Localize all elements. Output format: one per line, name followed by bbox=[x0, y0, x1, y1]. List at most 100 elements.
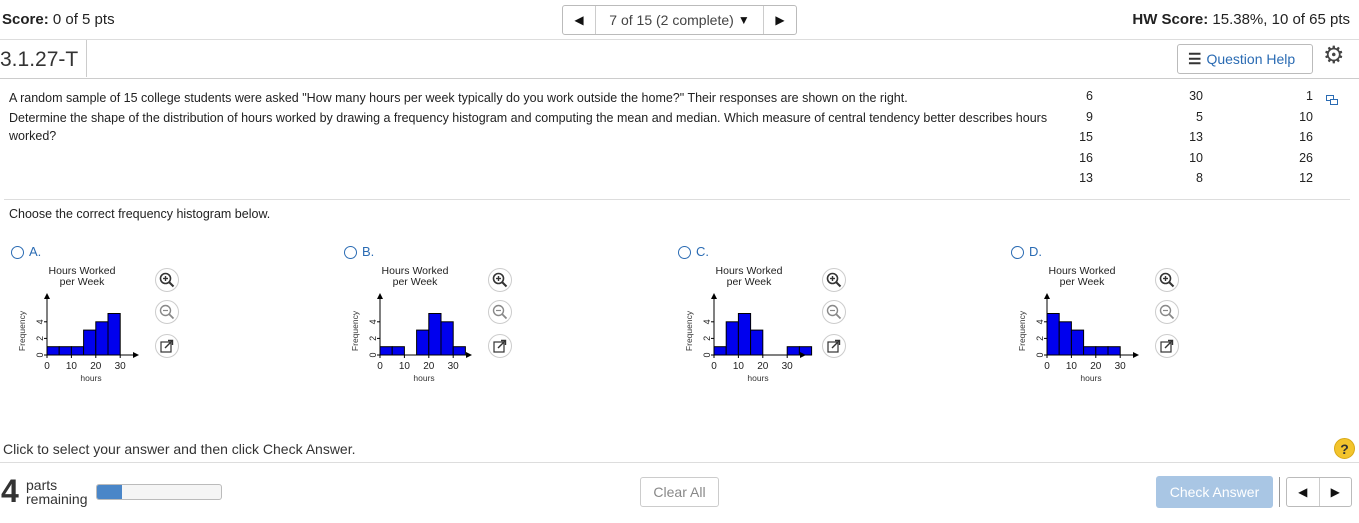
data-cell: 13 bbox=[1079, 171, 1093, 185]
y-axis-label: Frequency bbox=[350, 310, 360, 351]
histogram-bar bbox=[428, 313, 442, 356]
histogram-bar bbox=[725, 321, 739, 356]
gear-icon[interactable]: ⚙ bbox=[1323, 44, 1345, 68]
data-row: 9 5 10 bbox=[1060, 110, 1340, 131]
choose-prompt: Choose the correct frequency histogram b… bbox=[9, 207, 271, 221]
zoom-in-icon bbox=[826, 272, 842, 288]
chart-title: per Week bbox=[1060, 276, 1105, 288]
y-tick-label: 0 bbox=[35, 352, 45, 357]
progress-fill bbox=[97, 485, 122, 499]
histogram-bar bbox=[786, 346, 800, 356]
option-b-radio[interactable] bbox=[344, 246, 357, 259]
histogram-b: Hours Workedper Week0240 10 20 30hoursFrequ… bbox=[350, 265, 472, 383]
data-cell: 5 bbox=[1196, 109, 1203, 124]
histogram-bar bbox=[416, 329, 430, 356]
histogram-bar bbox=[107, 313, 121, 356]
data-cell: 30 bbox=[1189, 89, 1203, 103]
question-text-line-2: Determine the shape of the distribution … bbox=[9, 111, 1048, 143]
histogram-a: Hours Workedper Week0240 10 20 30hoursFrequ… bbox=[17, 265, 139, 383]
popout-button[interactable] bbox=[822, 334, 846, 358]
zoom-out-button[interactable] bbox=[488, 300, 512, 324]
histogram-bar bbox=[750, 329, 764, 356]
divider bbox=[4, 199, 1350, 200]
zoom-in-icon bbox=[1159, 272, 1175, 288]
data-cell: 6 bbox=[1086, 89, 1093, 103]
data-cell: 8 bbox=[1196, 171, 1203, 185]
question-text: A random sample of 15 college students w… bbox=[9, 89, 1059, 147]
divider bbox=[0, 462, 1359, 463]
zoom-out-icon bbox=[159, 304, 175, 320]
score-label: Score: bbox=[2, 11, 49, 28]
x-tick-label: 20 bbox=[757, 361, 769, 372]
copy-icon[interactable] bbox=[1326, 95, 1338, 105]
histogram-bar bbox=[83, 329, 97, 356]
histogram-bar bbox=[737, 313, 752, 356]
zoom-in-button[interactable] bbox=[155, 268, 179, 292]
zoom-out-icon bbox=[1159, 304, 1175, 320]
histogram-bar bbox=[391, 346, 405, 356]
previous-question-button[interactable]: ◀ bbox=[563, 6, 595, 34]
data-cell: 1 bbox=[1306, 89, 1313, 103]
y-axis-label: Frequency bbox=[1017, 310, 1027, 351]
x-tick-label: 20 bbox=[90, 361, 102, 372]
zoom-in-button[interactable] bbox=[822, 268, 846, 292]
question-position-dropdown[interactable]: 7 of 15 (2 complete) ▼ bbox=[595, 6, 764, 34]
x-tick-label: 0 bbox=[711, 361, 717, 372]
x-tick-label: 0 bbox=[1044, 361, 1050, 372]
data-cell: 26 bbox=[1299, 150, 1313, 165]
option-a-radio[interactable] bbox=[11, 246, 24, 259]
zoom-out-button[interactable] bbox=[822, 300, 846, 324]
data-row: 15 13 16 bbox=[1060, 130, 1340, 151]
histogram-bar bbox=[1070, 329, 1085, 356]
histogram-bar bbox=[1058, 321, 1072, 356]
x-tick-label: 10 bbox=[1066, 361, 1078, 372]
top-bar: Score: 0 of 5 pts ◀ 7 of 15 (2 complete)… bbox=[0, 0, 1359, 40]
previous-part-button[interactable]: ◀ bbox=[1287, 478, 1319, 506]
x-tick-label: 30 bbox=[1115, 361, 1127, 372]
zoom-out-icon bbox=[492, 304, 508, 320]
popout-button[interactable] bbox=[155, 334, 179, 358]
x-tick-label: 30 bbox=[782, 361, 794, 372]
x-tick-label: 10 bbox=[733, 361, 745, 372]
hw-score-value: 15.38%, 10 of 65 pts bbox=[1212, 11, 1350, 28]
list-icon: ☰ bbox=[1188, 51, 1202, 68]
zoom-in-button[interactable] bbox=[488, 268, 512, 292]
option-a: A. Hours Worked per Week 0 2 4 0 10 20 30 hours Fr… bbox=[11, 243, 221, 393]
zoom-out-button[interactable] bbox=[1155, 300, 1179, 324]
x-tick-label: 30 bbox=[115, 361, 127, 372]
histogram-bar bbox=[440, 321, 454, 356]
popout-button[interactable] bbox=[488, 334, 512, 358]
caret-right-icon: ▶ bbox=[1330, 485, 1340, 499]
x-tick-label: 20 bbox=[423, 361, 435, 372]
help-icon[interactable]: ? bbox=[1334, 438, 1355, 459]
question-help-button[interactable]: ☰ Question Help bbox=[1177, 44, 1313, 74]
data-cell: 9 bbox=[1086, 109, 1093, 124]
histogram-d: Hours Workedper Week0240 10 20 30hoursFrequ… bbox=[1017, 265, 1139, 383]
y-tick-label: 2 bbox=[1035, 336, 1045, 341]
hw-score: HW Score: 15.38%, 10 of 65 pts bbox=[1132, 11, 1350, 28]
x-tick-label: 10 bbox=[66, 361, 78, 372]
y-tick-label: 4 bbox=[702, 319, 712, 324]
score-value: 0 of 5 pts bbox=[52, 11, 115, 28]
zoom-in-icon bbox=[492, 272, 508, 288]
option-d-radio[interactable] bbox=[1011, 246, 1024, 259]
y-axis-arrow bbox=[44, 293, 50, 299]
check-answer-button[interactable]: Check Answer bbox=[1156, 476, 1273, 508]
data-cell: 10 bbox=[1189, 150, 1203, 165]
popout-icon bbox=[1160, 339, 1174, 353]
y-tick-label: 2 bbox=[35, 336, 45, 341]
data-cell: 13 bbox=[1189, 130, 1203, 144]
clear-all-button[interactable]: Clear All bbox=[640, 477, 719, 507]
histogram-bar bbox=[58, 346, 72, 356]
zoom-in-button[interactable] bbox=[1155, 268, 1179, 292]
y-axis-arrow bbox=[711, 293, 717, 299]
popout-button[interactable] bbox=[1155, 334, 1179, 358]
next-part-button[interactable]: ▶ bbox=[1318, 478, 1352, 506]
y-axis-label: Frequency bbox=[684, 310, 694, 351]
y-tick-label: 2 bbox=[368, 336, 378, 341]
next-question-button[interactable]: ▶ bbox=[764, 6, 796, 34]
option-c-radio[interactable] bbox=[678, 246, 691, 259]
zoom-out-button[interactable] bbox=[155, 300, 179, 324]
dropdown-caret-icon: ▼ bbox=[737, 13, 750, 27]
y-axis-arrow bbox=[1044, 293, 1050, 299]
